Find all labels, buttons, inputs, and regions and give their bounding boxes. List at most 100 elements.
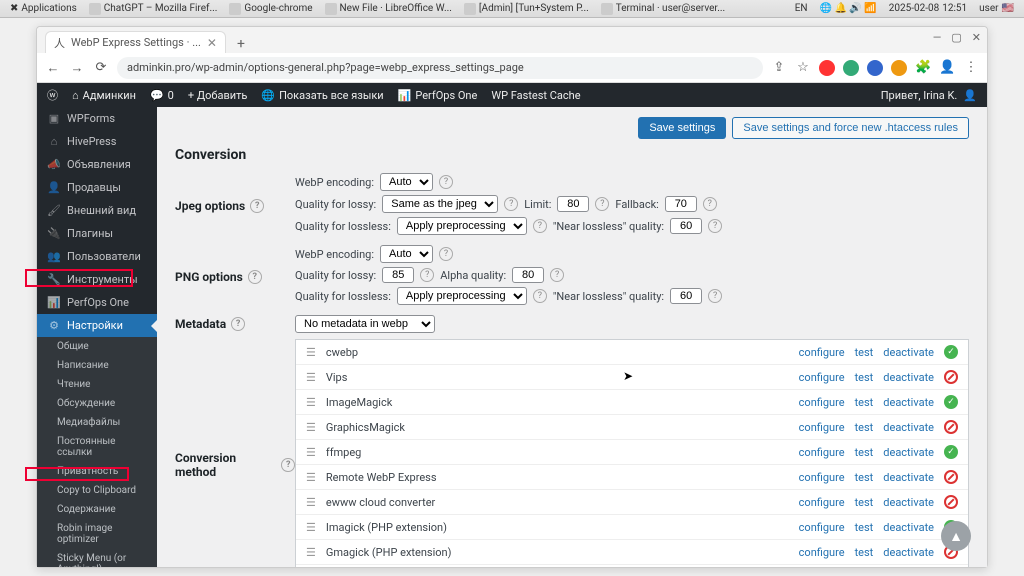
deactivate-link[interactable]: deactivate <box>883 371 934 384</box>
configure-link[interactable]: configure <box>799 346 845 359</box>
help-icon[interactable]: ? <box>533 219 547 233</box>
submenu-item[interactable]: Sticky Menu (or Anything!) <box>37 549 157 567</box>
scroll-top-button[interactable]: ▲ <box>941 521 971 551</box>
sidebar-item[interactable]: ⌂HivePress <box>37 130 157 153</box>
taskbar-app-0[interactable]: ChatGPT – Mozilla Firef... <box>83 3 224 15</box>
extensions-icon[interactable]: 🧩 <box>915 60 931 75</box>
submenu-item[interactable]: Постоянные ссылки <box>37 432 157 462</box>
test-link[interactable]: test <box>855 396 874 409</box>
configure-link[interactable]: configure <box>799 471 845 484</box>
wp-logo-icon[interactable]: ⓦ <box>47 87 58 103</box>
help-icon[interactable]: ? <box>504 197 518 211</box>
deactivate-link[interactable]: deactivate <box>883 521 934 534</box>
profile-icon[interactable]: 👤 <box>939 60 955 75</box>
test-link[interactable]: test <box>855 546 874 559</box>
deactivate-link[interactable]: deactivate <box>883 421 934 434</box>
test-link[interactable]: test <box>855 346 874 359</box>
test-link[interactable]: test <box>855 446 874 459</box>
deactivate-link[interactable]: deactivate <box>883 396 934 409</box>
submenu-item[interactable]: Copy to Clipboard <box>37 481 157 500</box>
submenu-item[interactable]: Написание <box>37 356 157 375</box>
sidebar-item[interactable]: 👥Пользователи <box>37 245 157 268</box>
perfops-menu[interactable]: 📊 PerfOps One <box>398 89 478 102</box>
help-icon[interactable]: ? <box>703 197 717 211</box>
help-icon[interactable]: ? <box>595 197 609 211</box>
window-minimize[interactable]: — <box>933 31 942 44</box>
metadata-select[interactable]: No metadata in webp <box>295 315 435 333</box>
drag-icon[interactable]: ☰ <box>306 371 316 384</box>
wpfc-menu[interactable]: WP Fastest Cache <box>491 89 580 102</box>
extension-icon[interactable] <box>891 60 907 76</box>
help-icon[interactable]: ? <box>550 268 564 282</box>
submenu-item[interactable]: Чтение <box>37 375 157 394</box>
share-icon[interactable]: ⇪ <box>771 60 787 75</box>
drag-icon[interactable]: ☰ <box>306 346 316 359</box>
taskbar-app-4[interactable]: Terminal · user@server... <box>595 3 731 15</box>
show-langs[interactable]: 🌐 Показать все языки <box>261 89 383 102</box>
jpeg-quality-lossy-select[interactable]: Same as the jpeg <box>382 195 498 213</box>
user-label[interactable]: user 🇺🇸 <box>973 3 1020 14</box>
browser-tab[interactable]: 人 WebP Express Settings · ... ✕ <box>45 31 226 53</box>
extension-icon[interactable] <box>843 60 859 76</box>
lang-indicator[interactable]: EN <box>789 3 814 14</box>
avatar-icon[interactable]: 👤 <box>963 89 977 102</box>
configure-link[interactable]: configure <box>799 546 845 559</box>
drag-icon[interactable]: ☰ <box>306 421 316 434</box>
comments-count[interactable]: 💬 0 <box>150 89 174 102</box>
png-quality-lossy-input[interactable] <box>382 267 414 283</box>
taskbar-app-3[interactable]: [Admin] [Tun+System P... <box>458 3 595 15</box>
site-name[interactable]: ⌂ Админкин <box>72 89 136 102</box>
forward-icon[interactable]: → <box>69 60 85 76</box>
png-quality-lossless-select[interactable]: Apply preprocessing <box>397 287 527 305</box>
new-tab-button[interactable]: + <box>232 35 250 53</box>
jpeg-limit-input[interactable] <box>557 196 589 212</box>
url-field[interactable]: adminkin.pro/wp-admin/options-general.ph… <box>117 57 763 79</box>
taskbar-app-1[interactable]: Google-chrome <box>223 3 318 15</box>
drag-icon[interactable]: ☰ <box>306 471 316 484</box>
drag-icon[interactable]: ☰ <box>306 496 316 509</box>
help-icon[interactable]: ? <box>248 270 262 284</box>
deactivate-link[interactable]: deactivate <box>883 471 934 484</box>
configure-link[interactable]: configure <box>799 421 845 434</box>
sidebar-item[interactable]: 🖌Внешний вид <box>37 199 157 222</box>
greeting[interactable]: Привет, Irina K. <box>881 89 958 102</box>
submenu-item[interactable]: Robin image optimizer <box>37 519 157 549</box>
png-encoding-select[interactable]: Auto <box>380 245 433 263</box>
configure-link[interactable]: configure <box>799 521 845 534</box>
window-maximize[interactable]: ▢ <box>951 31 961 44</box>
save-force-button[interactable]: Save settings and force new .htaccess ru… <box>732 117 969 139</box>
submenu-item[interactable]: Медиафайлы <box>37 413 157 432</box>
deactivate-link[interactable]: deactivate <box>883 546 934 559</box>
drag-icon[interactable]: ☰ <box>306 446 316 459</box>
bookmark-icon[interactable]: ☆ <box>795 60 811 75</box>
help-icon[interactable]: ? <box>708 289 722 303</box>
drag-icon[interactable]: ☰ <box>306 546 316 559</box>
help-icon[interactable]: ? <box>439 175 453 189</box>
sidebar-item[interactable]: ▣WPForms <box>37 107 157 130</box>
submenu-item[interactable]: Содержание <box>37 500 157 519</box>
help-icon[interactable]: ? <box>420 268 434 282</box>
png-nearlossless-input[interactable] <box>670 288 702 304</box>
save-settings-button[interactable]: Save settings <box>638 117 726 139</box>
menu-icon[interactable]: ⋮ <box>963 60 979 75</box>
close-tab-icon[interactable]: ✕ <box>207 36 217 50</box>
jpeg-encoding-select[interactable]: Auto <box>380 173 433 191</box>
test-link[interactable]: test <box>855 496 874 509</box>
jpeg-nearlossless-input[interactable] <box>670 218 702 234</box>
help-icon[interactable]: ? <box>533 289 547 303</box>
test-link[interactable]: test <box>855 421 874 434</box>
submenu-item[interactable]: Обсуждение <box>37 394 157 413</box>
drag-icon[interactable]: ☰ <box>306 396 316 409</box>
help-icon[interactable]: ? <box>708 219 722 233</box>
reload-icon[interactable]: ⟳ <box>93 60 109 75</box>
applications-menu[interactable]: ✖ Applications <box>4 3 83 14</box>
sidebar-item[interactable]: 📣Объявления <box>37 153 157 176</box>
extension-icon[interactable] <box>819 60 835 76</box>
deactivate-link[interactable]: deactivate <box>883 446 934 459</box>
help-icon[interactable]: ? <box>439 247 453 261</box>
deactivate-link[interactable]: deactivate <box>883 346 934 359</box>
deactivate-link[interactable]: deactivate <box>883 496 934 509</box>
tray-icons[interactable]: 🌐 🔔 🔊 📶 <box>814 3 883 14</box>
help-icon[interactable]: ? <box>250 199 264 213</box>
help-icon[interactable]: ? <box>281 458 295 472</box>
